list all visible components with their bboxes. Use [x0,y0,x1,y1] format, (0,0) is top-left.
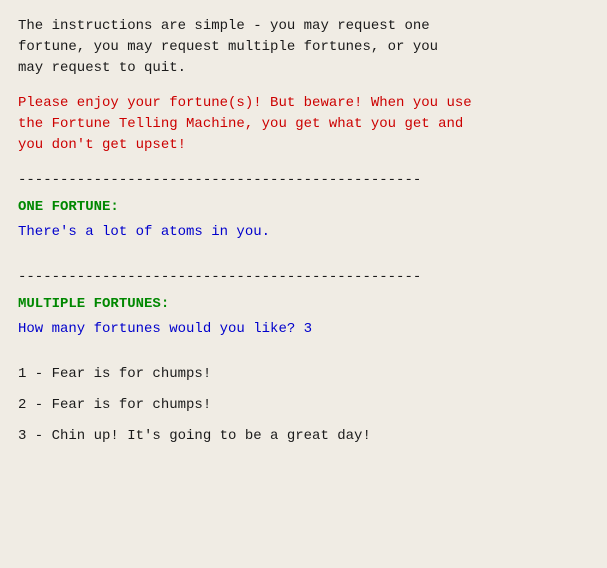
intro-block: The instructions are simple - you may re… [18,16,589,79]
fortune-item-2: 2 - Fear is for chumps! [18,395,589,416]
multiple-fortunes-header: MULTIPLE FORTUNES: [18,294,589,315]
enjoy-line-3: you don't get upset! [18,135,589,156]
main-content: The instructions are simple - you may re… [18,16,589,447]
fortune-item-1: 1 - Fear is for chumps! [18,364,589,385]
intro-line-2: fortune, you may request multiple fortun… [18,37,589,58]
one-fortune-section: ONE FORTUNE: There's a lot of atoms in y… [18,197,589,243]
enjoy-line-1: Please enjoy your fortune(s)! But beware… [18,93,589,114]
one-fortune-header: ONE FORTUNE: [18,197,589,218]
enjoy-line-2: the Fortune Telling Machine, you get wha… [18,114,589,135]
multiple-fortunes-prompt: How many fortunes would you like? 3 [18,319,589,340]
intro-line-1: The instructions are simple - you may re… [18,16,589,37]
intro-line-3: may request to quit. [18,58,589,79]
spacer-1 [18,253,589,267]
divider-1: ----------------------------------------… [18,170,589,191]
fortune-item-3: 3 - Chin up! It's going to be a great da… [18,426,589,447]
one-fortune-text: There's a lot of atoms in you. [18,222,589,243]
multiple-fortunes-section: MULTIPLE FORTUNES: How many fortunes wou… [18,294,589,340]
spacer-2 [18,350,589,364]
enjoy-block: Please enjoy your fortune(s)! But beware… [18,93,589,156]
divider-2: ----------------------------------------… [18,267,589,288]
